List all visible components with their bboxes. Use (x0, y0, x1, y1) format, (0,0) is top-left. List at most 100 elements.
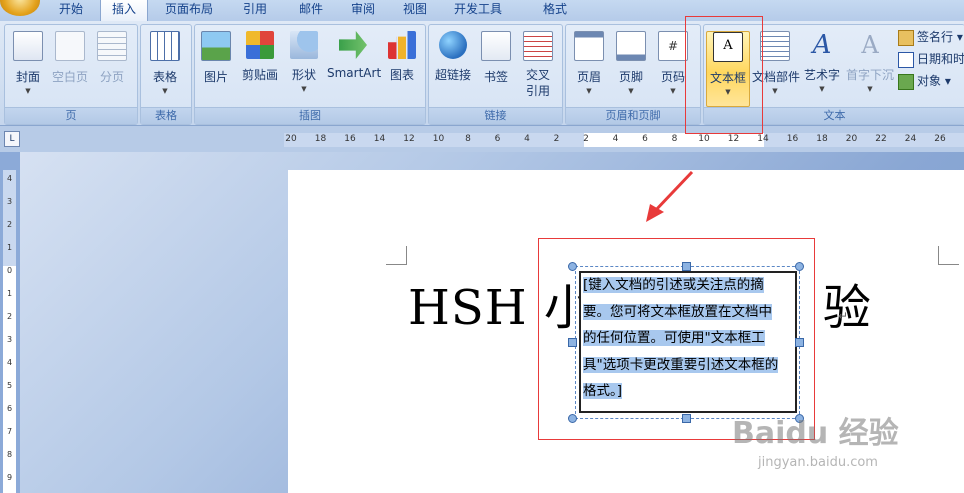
ruler-number: 18 (314, 134, 327, 144)
chart-icon (388, 31, 416, 59)
ruler-number: 22 (875, 134, 887, 144)
quick-parts-icon (760, 31, 790, 61)
group-illustrations: 图片 剪贴画 形状 ▼ SmartArt 图表 插图 (194, 24, 426, 125)
margin-corner-right (938, 246, 959, 265)
hyperlink-button[interactable]: 超链接 (433, 31, 473, 107)
tab-selector[interactable]: L (4, 131, 20, 147)
signature-line-button[interactable]: 签名行 ▾ (898, 27, 963, 47)
office-button[interactable] (0, 0, 40, 16)
vertical-ruler[interactable]: 4 3 2 1 0 1 2 3 4 5 6 7 8 9 (3, 170, 16, 493)
group-header-footer: 页眉 ▼ 页脚 ▼ # 页码 ▼ 页眉和页脚 (565, 24, 701, 125)
watermark-logo: Baidu 经验 (732, 416, 899, 451)
tab-mailings[interactable]: 邮件 (288, 0, 334, 21)
tab-view[interactable]: 视图 (392, 0, 438, 21)
ruler-number: 14 (373, 134, 386, 144)
cover-page-button[interactable]: 封面 ▼ (9, 31, 47, 107)
vertical-ruler-number: 1 (6, 289, 13, 298)
object-icon (898, 73, 914, 90)
ruler-number: 6 (494, 134, 501, 144)
wordart-button[interactable]: A 艺术字 ▼ (802, 31, 842, 107)
drop-cap-icon: A (861, 31, 879, 59)
ruler-number: 12 (403, 134, 415, 144)
tab-page-layout[interactable]: 页面布局 (158, 0, 220, 21)
vertical-ruler-number: 8 (6, 450, 13, 459)
page-number-icon: # (658, 31, 688, 61)
ruler-number: 26 (934, 134, 946, 144)
group-label-tables: 表格 (141, 107, 191, 124)
tab-insert[interactable]: 插入 (100, 0, 148, 21)
horizontal-ruler[interactable]: 20 18 16 14 12 10 8 6 4 2 2 4 6 8 10 12 14 16 18 20 22 24 26 (284, 133, 964, 147)
ruler-bar: L 20 18 16 14 12 10 8 6 4 2 2 4 6 8 10 12 14 16 18 20 22 24 26 (0, 126, 964, 152)
footer-button[interactable]: 页脚 ▼ (612, 31, 650, 107)
ruler-number: 2 (553, 134, 560, 144)
ruler-number: 16 (786, 134, 799, 144)
signature-icon (898, 29, 914, 46)
date-time-button[interactable]: 日期和时 (898, 49, 964, 69)
vertical-ruler-number: 9 (6, 473, 13, 482)
page-break-icon (97, 31, 127, 61)
drop-cap-button[interactable]: A 首字下沉 ▼ (844, 31, 896, 107)
group-label-header-footer: 页眉和页脚 (566, 107, 700, 124)
ruler-number: 8 (465, 134, 471, 144)
page-break-button[interactable]: 分页 (93, 31, 131, 107)
header-icon (574, 31, 604, 61)
vertical-ruler-number: 2 (6, 220, 13, 229)
table-button[interactable]: 表格 ▼ (146, 31, 184, 107)
tab-references[interactable]: 引用 (232, 0, 278, 21)
group-tables: 表格 ▼ 表格 (140, 24, 192, 125)
ruler-number: 4 (524, 134, 530, 144)
ruler-number: 12 (727, 134, 740, 144)
cross-reference-button[interactable]: 交叉 引用 (519, 31, 557, 107)
object-button[interactable]: 对象 ▾ (898, 71, 951, 91)
header-button[interactable]: 页眉 ▼ (570, 31, 608, 107)
ribbon-tab-bar: 开始 插入 页面布局 引用 邮件 审阅 视图 开发工具 格式 (0, 0, 964, 22)
vertical-ruler-number: 3 (6, 197, 13, 206)
vertical-ruler-number: 4 (6, 358, 13, 367)
smartart-button[interactable]: SmartArt (327, 31, 381, 107)
chart-button[interactable]: 图表 (383, 31, 421, 107)
shapes-icon (290, 31, 318, 59)
ribbon: 封面 ▼ 空白页 分页 页 表格 ▼ 表格 图片 剪贴画 形状 ▼ SmartA… (0, 21, 964, 126)
group-pages: 封面 ▼ 空白页 分页 页 (4, 24, 138, 125)
clip-art-icon (246, 31, 274, 59)
blank-page-icon (55, 31, 85, 61)
smartart-icon (339, 31, 367, 59)
annotation-arrow (646, 170, 694, 222)
blank-page-button[interactable]: 空白页 (51, 31, 89, 107)
picture-button[interactable]: 图片 (197, 31, 235, 107)
bookmark-button[interactable]: 书签 (477, 31, 515, 107)
vertical-ruler-number: 2 (6, 312, 13, 321)
cover-page-icon (13, 31, 43, 61)
shapes-button[interactable]: 形状 ▼ (285, 31, 323, 107)
ruler-number: 14 (757, 134, 769, 144)
group-label-illustrations: 插图 (195, 107, 425, 124)
picture-icon (201, 31, 231, 61)
ruler-number: 20 (285, 134, 297, 144)
tab-format[interactable]: 格式 (530, 0, 580, 21)
ruler-number: 2 (583, 134, 589, 144)
ruler-number: 24 (904, 134, 917, 144)
paragraph-mark: ↵ (838, 309, 849, 323)
clip-art-button[interactable]: 剪贴画 (239, 31, 281, 107)
ruler-number: 8 (671, 134, 678, 144)
tab-home[interactable]: 开始 (48, 0, 94, 21)
globe-icon (439, 31, 467, 59)
ruler-number: 18 (816, 134, 828, 144)
group-label-links: 链接 (429, 107, 562, 124)
table-icon (150, 31, 180, 61)
group-label-pages: 页 (5, 107, 137, 124)
tab-review[interactable]: 审阅 (340, 0, 386, 21)
group-links: 超链接 书签 交叉 引用 链接 (428, 24, 563, 125)
ruler-number: 10 (698, 134, 710, 144)
cross-reference-icon (523, 31, 553, 61)
vertical-ruler-number: 7 (6, 427, 13, 436)
tab-developer[interactable]: 开发工具 (446, 0, 510, 21)
watermark-url: jingyan.baidu.com (758, 455, 878, 470)
calendar-icon (898, 51, 914, 68)
wordart-icon: A (812, 30, 832, 60)
vertical-ruler-number: 0 (6, 266, 13, 275)
ruler-number: 6 (642, 134, 648, 144)
ruler-number: 16 (344, 134, 356, 144)
vertical-ruler-number: 3 (6, 335, 13, 344)
vertical-ruler-number: 5 (6, 381, 13, 390)
